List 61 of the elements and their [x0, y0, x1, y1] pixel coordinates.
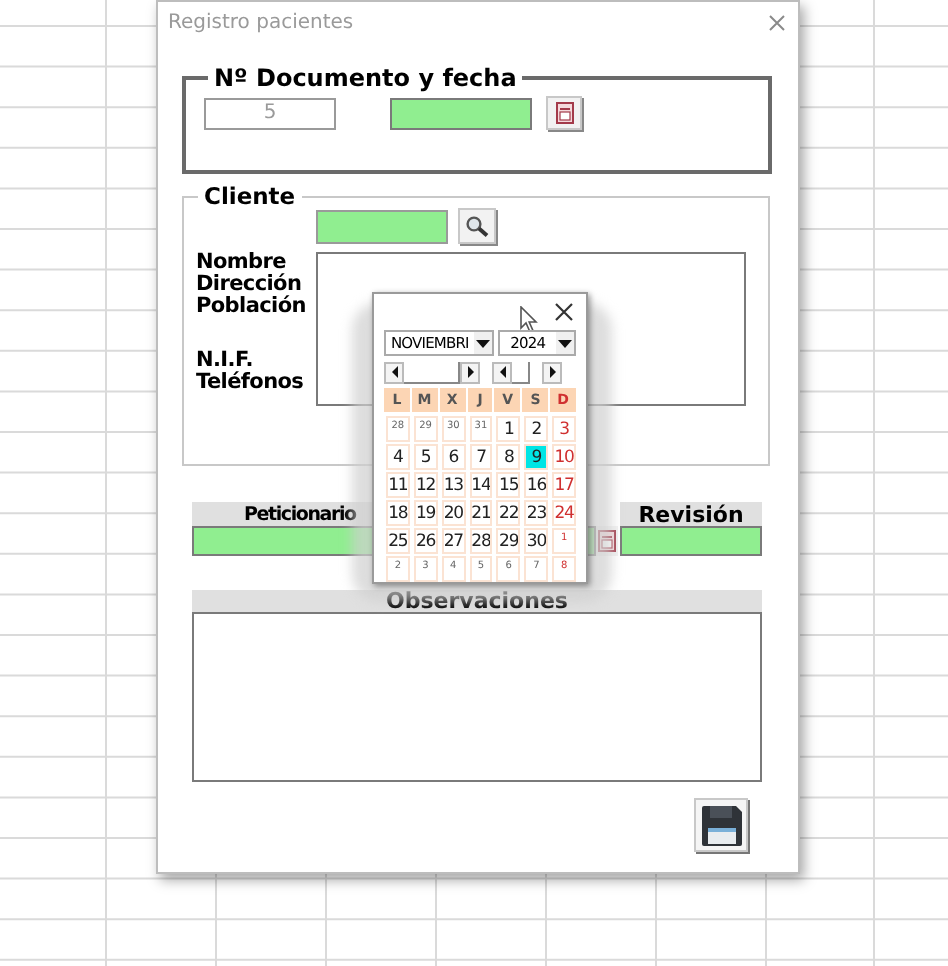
day-cell[interactable]: 19 [413, 499, 438, 525]
day-cell[interactable]: 28 [469, 527, 493, 553]
date-field[interactable] [390, 97, 532, 129]
day-cell[interactable]: 4 [386, 443, 410, 469]
previous-button[interactable] [384, 361, 404, 383]
review-field[interactable] [620, 526, 762, 556]
next-button[interactable] [542, 361, 562, 383]
day-cell[interactable]: 11 [386, 471, 410, 497]
day-cell[interactable]: 15 [496, 471, 521, 497]
day-cell[interactable]: 17 [552, 471, 576, 497]
day-cell[interactable]: 5 [413, 443, 438, 469]
day-cell[interactable]: 2 [524, 415, 549, 441]
right-arrow-icon [547, 366, 557, 378]
day-cell[interactable]: 1 [496, 415, 521, 441]
date-picker-button[interactable] [546, 96, 582, 130]
day-cell[interactable]: 8 [496, 443, 521, 469]
previous-button[interactable] [492, 361, 512, 383]
right-arrow-icon [465, 366, 475, 378]
day-cell[interactable]: 14 [469, 471, 493, 497]
frame-title: Cliente [202, 182, 298, 212]
dropdown-arrow-icon [558, 339, 572, 347]
left-arrow-icon [497, 366, 507, 378]
day-cell[interactable]: 26 [413, 527, 438, 553]
day-cell[interactable]: 12 [413, 471, 438, 497]
close-icon[interactable] [554, 302, 574, 322]
field-label: Nombre [196, 252, 286, 274]
notes-box[interactable] [192, 612, 762, 782]
day-cell[interactable]: 3 [552, 415, 576, 441]
day-cell[interactable]: 13 [441, 471, 466, 497]
cursor-icon [520, 306, 538, 334]
day-cell[interactable]: 7 [469, 443, 493, 469]
client-code-field[interactable] [316, 209, 448, 243]
search-button[interactable] [458, 208, 496, 244]
day-cell[interactable]: 20 [441, 499, 466, 525]
save-button[interactable] [694, 798, 748, 852]
day-cell[interactable]: 23 [524, 499, 549, 525]
next-button[interactable] [460, 361, 480, 383]
column-header: Revisión [620, 502, 762, 526]
field-label: Población [196, 296, 308, 318]
field-label: Teléfonos [196, 372, 306, 394]
day-cell[interactable]: 9 [524, 443, 549, 469]
day-cell[interactable]: 10 [552, 443, 576, 469]
left-arrow-icon [389, 366, 399, 378]
day-cell[interactable]: 22 [496, 499, 521, 525]
dropdown-arrow-icon [475, 339, 490, 347]
day-cell[interactable]: 21 [469, 499, 493, 525]
spin-track[interactable] [512, 361, 530, 383]
field-label: Dirección [196, 274, 302, 296]
search-icon [464, 215, 490, 237]
day-cell[interactable]: 24 [552, 499, 576, 525]
window-title: Registro pacientes [168, 9, 354, 37]
day-cell[interactable]: 29 [496, 527, 521, 553]
day-cell[interactable]: 25 [386, 527, 410, 553]
day-cell[interactable]: 18 [386, 499, 410, 525]
frame-title: Nº Documento y fecha [212, 62, 519, 94]
day-cell[interactable]: 30 [524, 527, 549, 553]
day-cell[interactable]: 16 [524, 471, 549, 497]
day-cell[interactable]: 6 [441, 443, 466, 469]
calendar-icon [555, 102, 573, 124]
field-label: N.I.F. [196, 350, 253, 372]
day-cell[interactable]: 27 [441, 527, 466, 553]
